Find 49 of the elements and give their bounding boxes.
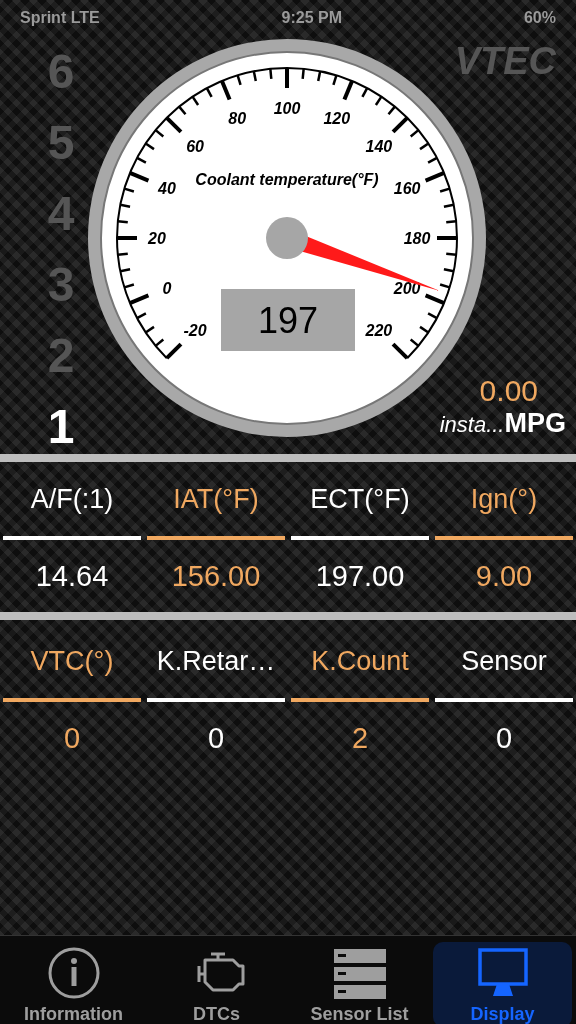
tab[interactable]: Display bbox=[433, 942, 572, 1024]
needle-hub bbox=[266, 217, 308, 259]
tick-label: 140 bbox=[365, 138, 393, 156]
sensor-label: Ign(°) bbox=[469, 482, 539, 516]
sensor-value: 156.00 bbox=[170, 558, 262, 594]
sensor-value: 0 bbox=[62, 720, 82, 756]
sensor-label: K.Count bbox=[310, 644, 410, 678]
sensor-value: 2 bbox=[350, 720, 370, 756]
tick-label: 120 bbox=[323, 109, 351, 127]
sensor-label: Sensor bbox=[460, 644, 548, 678]
tick-label: -20 bbox=[183, 321, 207, 339]
tick-label: 0 bbox=[162, 279, 172, 297]
tick-label: 60 bbox=[186, 138, 204, 156]
gauge-value: 197 bbox=[257, 300, 319, 341]
sensor-value: 9.00 bbox=[474, 558, 534, 594]
tick-label: 160 bbox=[393, 180, 421, 198]
sensor-label: VTC(°) bbox=[29, 644, 115, 678]
carrier-text: Sprint LTE bbox=[20, 9, 100, 27]
sensor-value: 14.64 bbox=[34, 558, 110, 594]
mpg-unit: MPG bbox=[504, 408, 566, 439]
tick-label: 20 bbox=[148, 230, 166, 247]
tab[interactable]: DTCs bbox=[147, 942, 286, 1024]
sensor-label: K.Retar… bbox=[155, 644, 277, 678]
tab[interactable]: Sensor List bbox=[290, 942, 429, 1024]
gauge-title: Coolant temperature(°F) bbox=[195, 171, 379, 188]
gear-number: 1 bbox=[47, 399, 75, 455]
sensor-value: 197.00 bbox=[314, 558, 406, 594]
server-rack-icon bbox=[331, 946, 388, 1000]
mpg-label: insta... bbox=[439, 412, 505, 438]
gear-number: 6 bbox=[47, 44, 75, 100]
mpg-value: 0.00 bbox=[479, 374, 539, 408]
clock-text: 9:25 PM bbox=[281, 9, 343, 27]
tick-label: 80 bbox=[228, 109, 247, 127]
gear-number: 2 bbox=[47, 328, 75, 384]
sensor-label: IAT(°F) bbox=[172, 482, 260, 516]
tab[interactable]: Information bbox=[4, 942, 143, 1024]
gear-number: 3 bbox=[47, 257, 75, 313]
tick-label: 220 bbox=[365, 321, 393, 339]
sensor-value: 0 bbox=[494, 720, 514, 756]
gear-number: 5 bbox=[47, 115, 75, 171]
sensor-value: 0 bbox=[206, 720, 226, 756]
tick-label: 180 bbox=[403, 230, 431, 247]
tick-label: 40 bbox=[158, 180, 176, 198]
battery-text: 60% bbox=[523, 9, 556, 27]
sensor-label: ECT(°F) bbox=[309, 482, 411, 516]
tick-label: 100 bbox=[273, 100, 301, 117]
vtec-indicator: VTEC bbox=[454, 40, 556, 83]
sensor-label: A/F(:1) bbox=[29, 482, 115, 516]
gear-number: 4 bbox=[47, 186, 75, 242]
